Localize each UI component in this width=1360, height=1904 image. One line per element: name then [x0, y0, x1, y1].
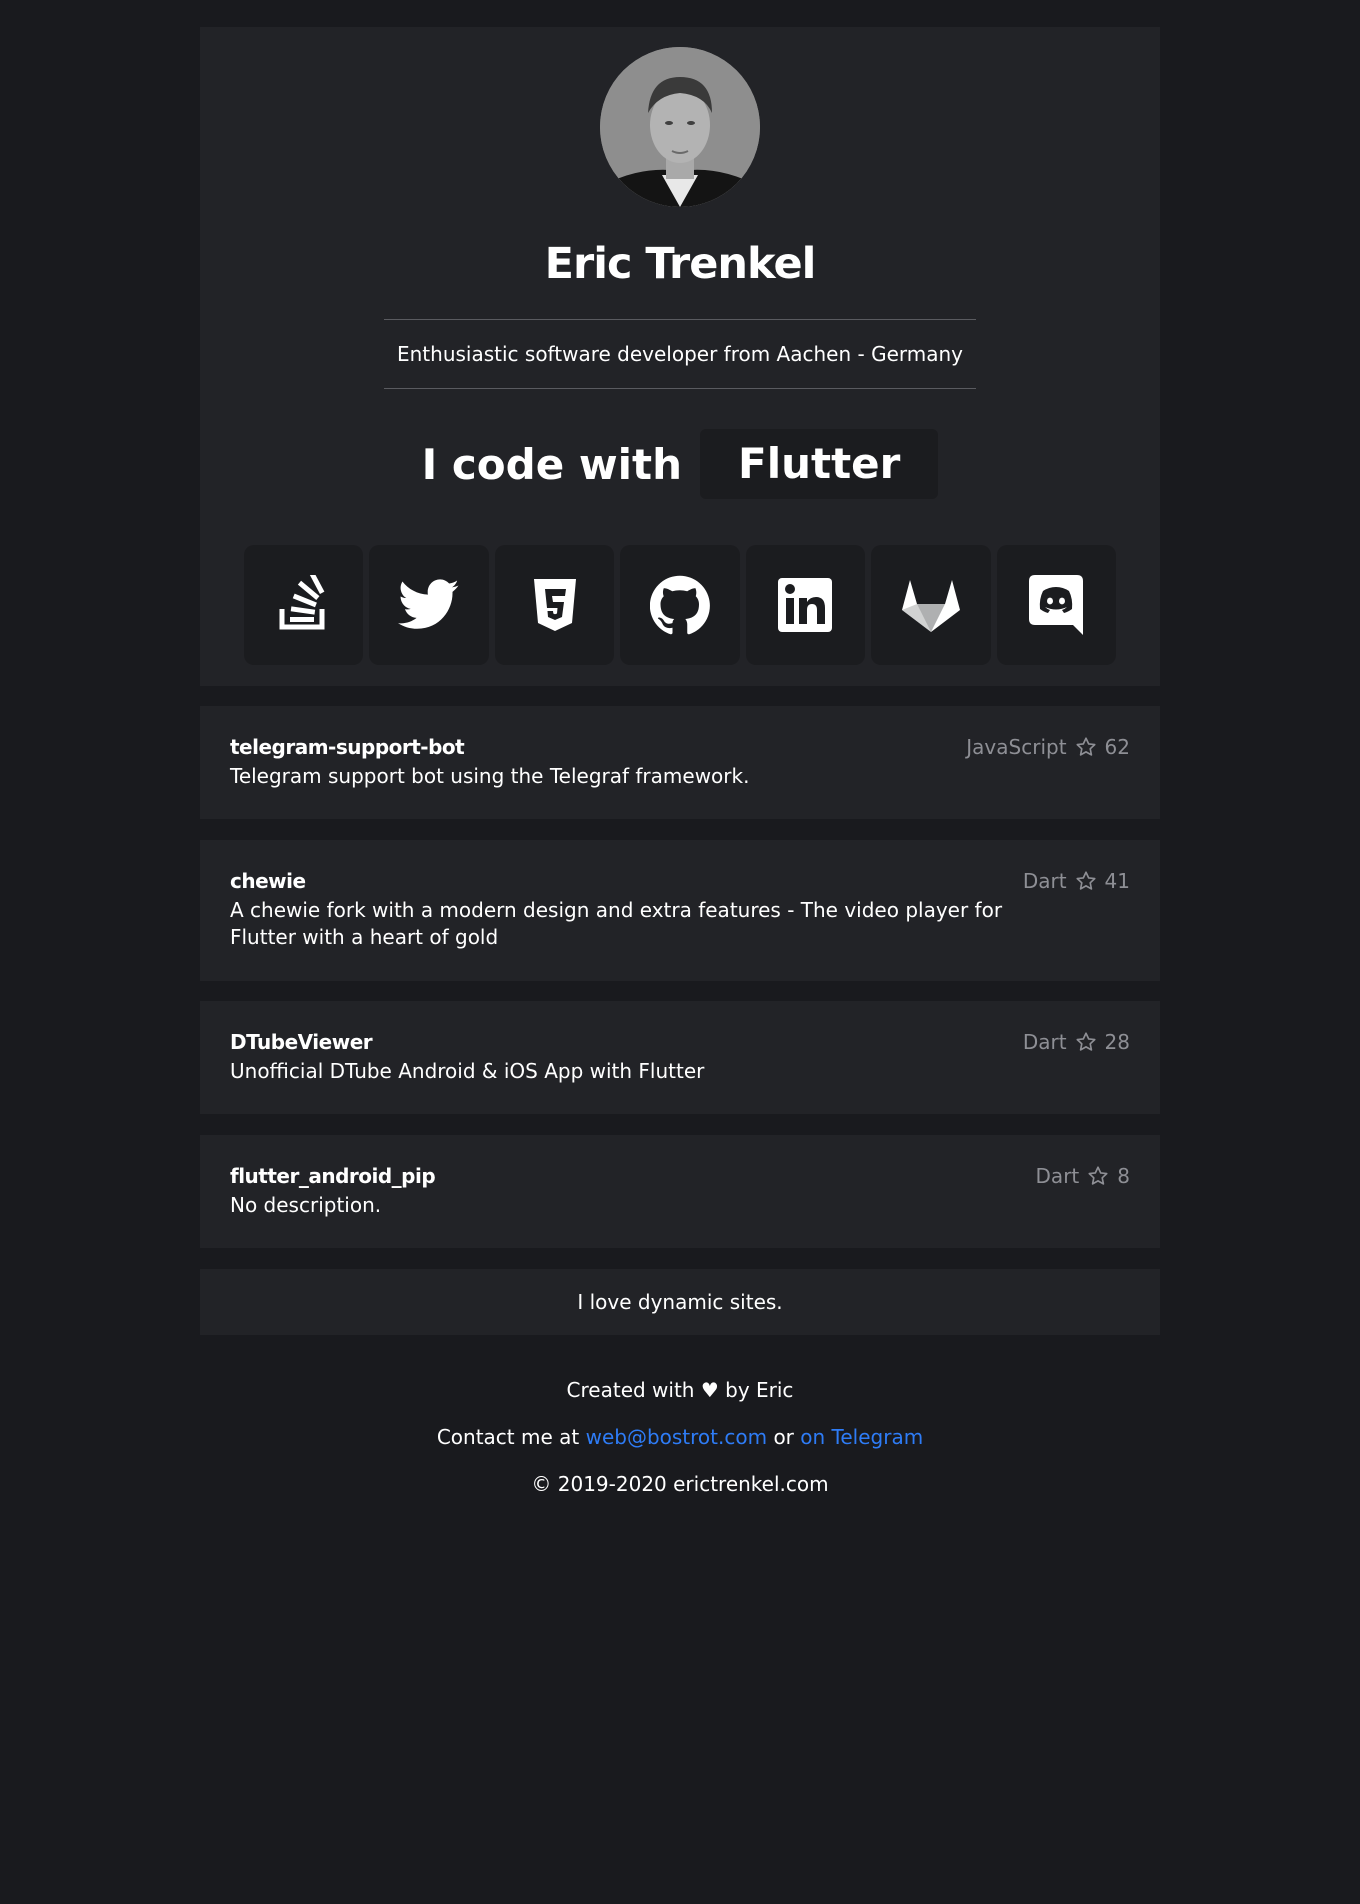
gitlab-icon: [901, 580, 960, 632]
discord-link[interactable]: [996, 545, 1116, 665]
repo-description: A chewie fork with a modern design and e…: [230, 898, 1003, 949]
repo-language: Dart: [1022, 1030, 1067, 1054]
github-icon: [649, 575, 710, 635]
star-icon: [1076, 871, 1096, 890]
repo-name[interactable]: chewie: [230, 869, 306, 893]
repo-meta: Dart 28: [1023, 1030, 1130, 1054]
repo-stars: 8: [1117, 1164, 1130, 1188]
contact-prefix: Contact me at: [436, 1425, 580, 1449]
dynamic-sites-banner: I love dynamic sites.: [200, 1269, 1160, 1335]
repo-description: Unofficial DTube Android & iOS App with …: [230, 1059, 705, 1083]
linkedin-icon: [778, 578, 833, 632]
repo-stars: 62: [1104, 735, 1130, 759]
profile-tagline: Enthusiastic software developer from Aac…: [396, 342, 963, 366]
repo-meta: JavaScript 62: [966, 735, 1130, 759]
repo-card[interactable]: flutter_android_pip No description. Dart…: [200, 1135, 1160, 1248]
gitlab-link[interactable]: [871, 545, 991, 665]
repo-meta: Dart 41: [1023, 869, 1130, 893]
repo-name[interactable]: telegram-support-bot: [230, 735, 465, 759]
language-badge: Flutter: [700, 429, 939, 499]
divider-bottom: [384, 388, 976, 389]
footer-created: Created with ♥ by Eric: [566, 1378, 794, 1402]
divider-top: [384, 319, 976, 320]
html5-icon: [533, 579, 576, 631]
repo-description: No description.: [230, 1193, 382, 1217]
stackoverflow-icon: [279, 575, 325, 630]
linkedin-link[interactable]: [745, 545, 866, 665]
footer-copyright: © 2019-2020 erictrenkel.com: [531, 1472, 829, 1496]
repo-stars: 28: [1104, 1030, 1130, 1054]
star-icon: [1076, 1032, 1096, 1051]
repo-description: Telegram support bot using the Telegraf …: [230, 764, 750, 788]
telegram-link[interactable]: on Telegram: [800, 1425, 923, 1449]
page: Eric Trenkel Enthusiastic software devel…: [0, 0, 1360, 1904]
repo-language: JavaScript: [966, 735, 1067, 759]
html5-link[interactable]: [494, 545, 615, 665]
profile-name: Eric Trenkel: [544, 239, 817, 289]
email-link[interactable]: web@bostrot.com: [586, 1425, 767, 1449]
code-with-line: I code with Flutter: [200, 429, 1160, 499]
repo-card[interactable]: telegram-support-bot Telegram support bo…: [200, 706, 1160, 819]
twitter-link[interactable]: [369, 545, 489, 665]
banner-text: I love dynamic sites.: [577, 1290, 783, 1314]
footer-contact: Contact me at web@bostrot.com or on Tele…: [0, 1425, 1360, 1449]
twitter-icon: [398, 579, 460, 629]
repo-card[interactable]: chewie A chewie fork with a modern desig…: [200, 840, 1160, 981]
avatar: [600, 47, 760, 207]
repo-language: Dart: [1022, 869, 1067, 893]
code-with-label: I code with: [421, 439, 682, 489]
profile-header: Eric Trenkel Enthusiastic software devel…: [200, 27, 1160, 686]
repo-stars: 41: [1104, 869, 1130, 893]
discord-icon: [1029, 575, 1084, 635]
star-icon: [1088, 1166, 1108, 1185]
stackoverflow-link[interactable]: [244, 545, 364, 665]
repo-name[interactable]: DTubeViewer: [230, 1030, 373, 1054]
repo-meta: Dart 8: [1036, 1164, 1130, 1188]
social-links: [244, 545, 1116, 665]
star-icon: [1076, 737, 1096, 756]
repo-name[interactable]: flutter_android_pip: [230, 1164, 436, 1188]
github-link[interactable]: [620, 545, 740, 665]
repo-card[interactable]: DTubeViewer Unofficial DTube Android & i…: [200, 1001, 1160, 1114]
contact-or: or: [773, 1425, 794, 1449]
repo-language: Dart: [1035, 1164, 1080, 1188]
